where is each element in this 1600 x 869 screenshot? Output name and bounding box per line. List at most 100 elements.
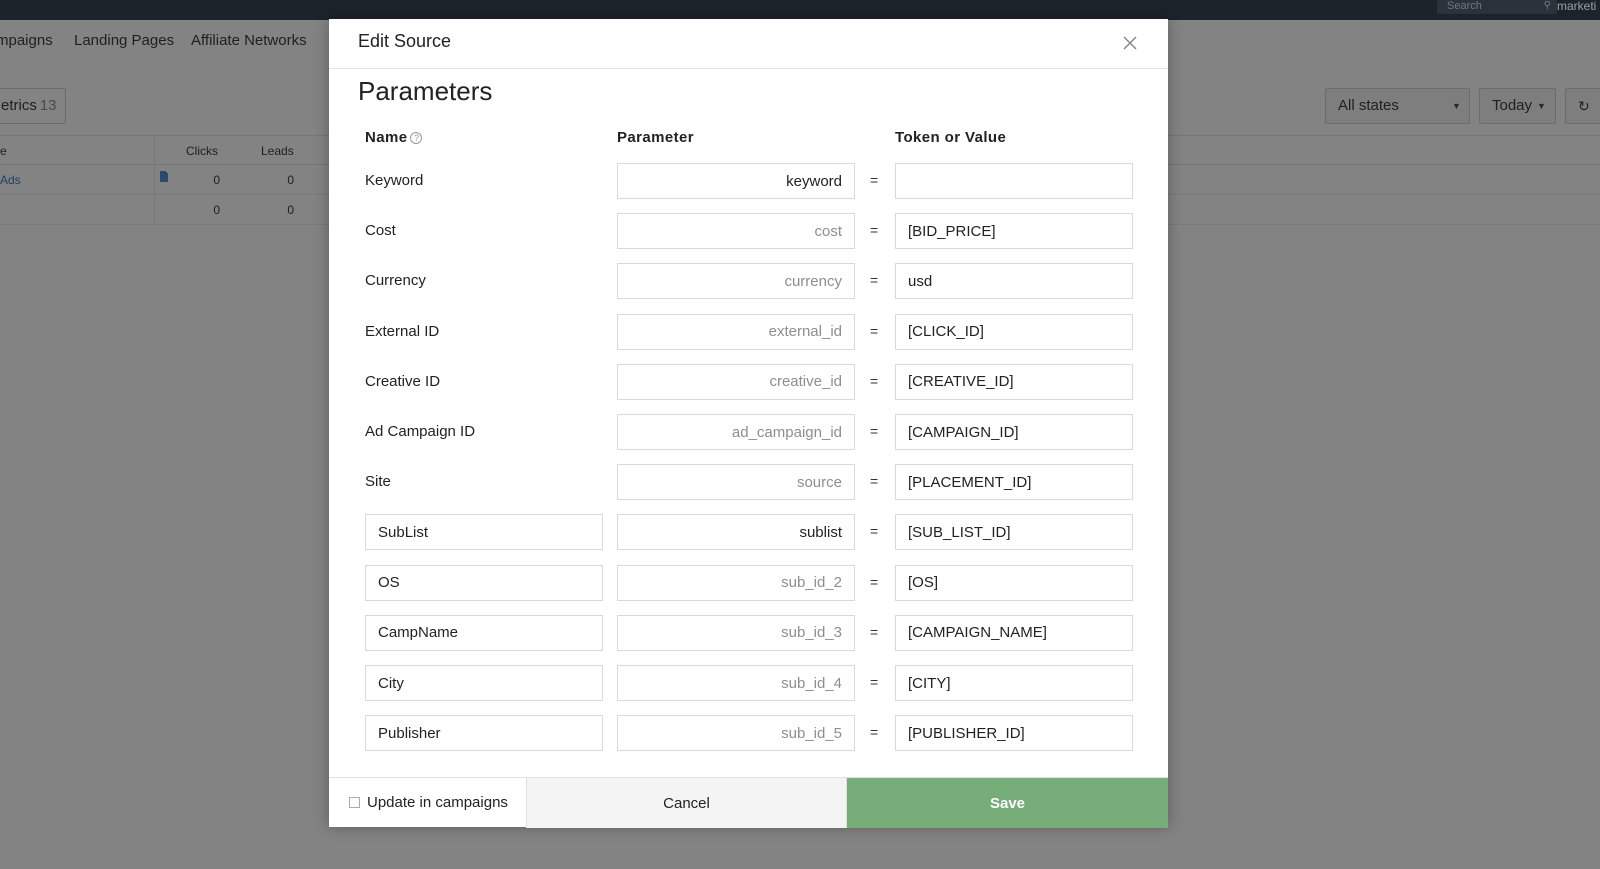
- top-bar: Search ⚲ marketi: [0, 0, 1600, 20]
- parameter-name-input[interactable]: [365, 514, 603, 551]
- parameter-row: Creative ID =: [329, 363, 1168, 400]
- row-leads: 0: [287, 173, 294, 187]
- refresh-button[interactable]: ↻: [1565, 88, 1600, 124]
- row-clicks: 0: [213, 203, 220, 217]
- token-value-input[interactable]: [895, 514, 1133, 551]
- row-leads: 0: [287, 203, 294, 217]
- token-value-input[interactable]: [895, 715, 1133, 752]
- nav-item-landing-pages[interactable]: Landing Pages: [74, 32, 174, 49]
- update-in-campaigns-checkbox[interactable]: [349, 797, 360, 808]
- search-icon[interactable]: ⚲: [1544, 0, 1551, 12]
- cancel-button[interactable]: Cancel: [527, 778, 847, 828]
- states-select-value: All states: [1338, 97, 1399, 114]
- chevron-down-icon: ▼: [1452, 101, 1461, 111]
- parameter-name-input[interactable]: [365, 614, 603, 651]
- parameter-key-input[interactable]: [617, 464, 855, 501]
- equals-sign: =: [870, 272, 879, 289]
- column-divider: [154, 195, 155, 225]
- metrics-button[interactable]: etrics 13: [0, 88, 66, 124]
- column-header-token: Token or Value: [895, 129, 1007, 146]
- parameter-row: =: [329, 514, 1168, 551]
- parameter-key-input[interactable]: [617, 213, 855, 250]
- parameter-row: Cost =: [329, 213, 1168, 250]
- token-value-input[interactable]: [895, 313, 1133, 350]
- token-value-input[interactable]: [895, 163, 1133, 199]
- parameter-key-input[interactable]: [617, 313, 855, 350]
- parameter-key-input[interactable]: [617, 263, 855, 300]
- modal-footer: Update in campaigns Cancel Save: [329, 777, 1168, 828]
- column-divider: [154, 165, 155, 195]
- token-value-input[interactable]: [895, 414, 1133, 450]
- token-value-input[interactable]: [895, 363, 1133, 400]
- equals-sign: =: [870, 322, 879, 339]
- parameter-row: External ID =: [329, 313, 1168, 350]
- equals-sign: =: [870, 473, 879, 490]
- update-in-campaigns-label[interactable]: Update in campaigns: [367, 794, 508, 811]
- parameter-name-label: Ad Campaign ID: [365, 423, 476, 440]
- parameter-key-input[interactable]: [617, 665, 855, 701]
- parameter-name-label: Cost: [365, 222, 396, 240]
- nav-item-affiliate-networks[interactable]: Affiliate Networks: [191, 32, 307, 49]
- column-header-name-label: Name: [365, 129, 408, 146]
- parameter-name-input[interactable]: [365, 564, 603, 601]
- column-divider: [154, 136, 155, 166]
- equals-sign: =: [870, 674, 879, 690]
- equals-sign: =: [870, 423, 879, 439]
- parameter-row: =: [329, 614, 1168, 651]
- equals-sign: =: [870, 372, 879, 389]
- token-value-input[interactable]: [895, 213, 1133, 250]
- column-header-clicks[interactable]: Clicks: [186, 144, 218, 158]
- parameter-key-input[interactable]: [617, 715, 855, 752]
- parameter-row: Site =: [329, 464, 1168, 501]
- equals-sign: =: [870, 573, 879, 590]
- update-in-campaigns[interactable]: Update in campaigns: [329, 778, 527, 828]
- parameter-key-input[interactable]: [617, 614, 855, 651]
- top-search-input[interactable]: Search ⚲: [1437, 0, 1557, 14]
- top-search-placeholder: Search: [1447, 0, 1482, 12]
- parameter-key-input[interactable]: [617, 414, 855, 450]
- save-button[interactable]: Save: [847, 778, 1168, 828]
- chevron-down-icon: ▼: [1537, 101, 1546, 111]
- date-select[interactable]: Today ▼: [1479, 88, 1556, 124]
- equals-sign: =: [870, 222, 879, 239]
- close-icon[interactable]: [1122, 35, 1138, 51]
- equals-sign: =: [870, 523, 879, 540]
- row-name-link[interactable]: Ads: [0, 173, 21, 187]
- parameter-name-label: External ID: [365, 322, 440, 340]
- column-header-parameter: Parameter: [617, 129, 694, 146]
- nav-item-campaigns[interactable]: mpaigns: [0, 32, 53, 49]
- equals-sign: =: [870, 172, 879, 188]
- parameter-name-label: Keyword: [365, 172, 424, 189]
- parameter-name-input[interactable]: [365, 665, 603, 701]
- modal-header: Edit Source: [329, 19, 1168, 69]
- token-value-input[interactable]: [895, 614, 1133, 651]
- parameter-key-input[interactable]: [617, 514, 855, 551]
- token-value-input[interactable]: [895, 263, 1133, 300]
- document-icon[interactable]: [160, 171, 168, 182]
- metrics-count: 13: [39, 97, 57, 114]
- edit-source-modal: Edit Source Parameters Name? Parameter T…: [329, 19, 1168, 828]
- column-header-name[interactable]: e: [0, 144, 7, 158]
- parameter-key-input[interactable]: [617, 163, 855, 199]
- parameter-row: =: [329, 564, 1168, 601]
- parameter-name-label: Currency: [365, 272, 426, 290]
- date-select-value: Today: [1492, 97, 1533, 114]
- parameter-key-input[interactable]: [617, 363, 855, 400]
- parameter-key-input[interactable]: [617, 564, 855, 601]
- token-value-input[interactable]: [895, 564, 1133, 601]
- parameter-row: =: [329, 715, 1168, 752]
- column-header-leads[interactable]: Leads: [261, 144, 294, 158]
- token-value-input[interactable]: [895, 665, 1133, 701]
- parameter-name-input[interactable]: [365, 715, 603, 752]
- token-value-input[interactable]: [895, 464, 1133, 501]
- parameter-name-label: Creative ID: [365, 372, 441, 390]
- equals-sign: =: [870, 724, 879, 741]
- question-circle-icon[interactable]: ?: [410, 132, 423, 144]
- modal-body[interactable]: Parameters Name? Parameter Token or Valu…: [329, 70, 1168, 777]
- states-select[interactable]: All states ▼: [1325, 88, 1470, 124]
- row-clicks: 0: [213, 173, 220, 187]
- parameter-row: Currency =: [329, 263, 1168, 300]
- parameter-name-label: Site: [365, 473, 391, 491]
- user-menu[interactable]: marketi: [1557, 0, 1596, 12]
- parameter-row: =: [329, 665, 1168, 701]
